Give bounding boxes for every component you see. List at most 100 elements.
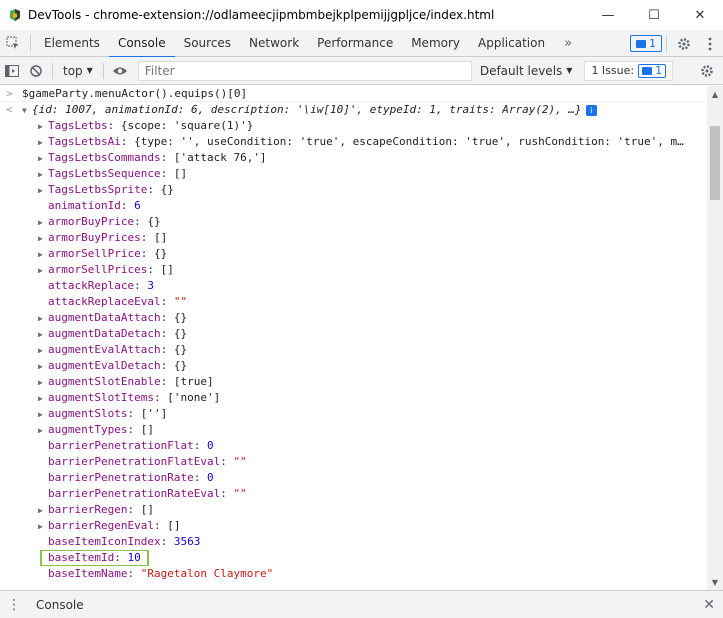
collapsed-arrow-icon[interactable]: ▶ xyxy=(38,343,48,358)
more-tabs-button[interactable]: » xyxy=(554,36,582,51)
clear-console-icon[interactable] xyxy=(24,59,48,83)
collapsed-arrow-icon[interactable]: ▶ xyxy=(38,359,48,374)
highlight-box xyxy=(40,550,149,566)
expanded-arrow-icon[interactable]: ▼ xyxy=(22,103,32,118)
console-output[interactable]: > $gameParty.menuActor().equips()[0] < ▼… xyxy=(0,86,707,590)
property-row[interactable]: ▶ TagsLetbs: {scope: 'square(1)'} xyxy=(0,118,707,134)
tab-application[interactable]: Application xyxy=(469,30,554,57)
tab-console[interactable]: Console xyxy=(108,30,175,58)
sidebar-toggle-icon[interactable] xyxy=(0,59,24,83)
property-row[interactable]: ▶ augmentSlotEnable: [true] xyxy=(0,374,707,390)
property-row: baseItemIconIndex: 3563 xyxy=(48,535,201,548)
collapsed-arrow-icon[interactable]: ▶ xyxy=(38,327,48,342)
dropdown-arrow-icon: ▼ xyxy=(566,66,573,75)
kebab-menu-icon[interactable] xyxy=(697,31,723,57)
property-row[interactable]: ▶ TagsLetbsAi: {type: '', useCondition: '… xyxy=(0,134,707,150)
maximize-button[interactable]: ☐ xyxy=(631,0,677,30)
property-row: barrierPenetrationRate: 0 xyxy=(48,471,214,484)
property-value: 3 xyxy=(147,279,154,292)
property-row: attackReplace: 3 xyxy=(48,279,154,292)
collapsed-arrow-icon[interactable]: ▶ xyxy=(38,135,48,150)
property-key: barrierPenetrationRate xyxy=(48,471,194,484)
collapsed-arrow-icon[interactable]: ▶ xyxy=(38,119,48,134)
scrollbar-thumb[interactable] xyxy=(710,126,720,200)
scroll-up-arrow-icon[interactable]: ▲ xyxy=(707,86,723,102)
property-row[interactable]: ▶ barrierRegenEval: [] xyxy=(0,518,707,534)
collapsed-arrow-icon[interactable]: ▶ xyxy=(38,423,48,438)
console-toolbar: top ▼ Filter Default levels ▼ 1 Issue: 1 xyxy=(0,57,723,85)
message-icon xyxy=(636,39,646,48)
devtools-tabbar: Elements Console Sources Network Perform… xyxy=(0,30,723,58)
info-icon[interactable]: i xyxy=(585,104,597,116)
collapsed-arrow-icon[interactable]: ▶ xyxy=(38,247,48,262)
property-row[interactable]: ▶ augmentTypes: [] xyxy=(0,422,707,438)
minimize-button[interactable]: — xyxy=(585,0,631,30)
tab-memory[interactable]: Memory xyxy=(402,30,469,57)
property-row[interactable]: ▶ augmentDataDetach: {} xyxy=(0,326,707,342)
drawer-bar: ⋮ Console ✕ xyxy=(0,590,723,618)
filter-input[interactable]: Filter xyxy=(137,60,472,81)
console-command-row: > $gameParty.menuActor().equips()[0] xyxy=(0,86,707,102)
property-value: [''] xyxy=(140,407,168,420)
collapsed-arrow-icon[interactable]: ▶ xyxy=(38,407,48,422)
collapsed-arrow-icon[interactable]: ▶ xyxy=(38,167,48,182)
prompt-chevron-icon: > xyxy=(6,87,13,100)
collapsed-arrow-icon[interactable]: ▶ xyxy=(38,375,48,390)
property-value: "" xyxy=(173,295,188,308)
property-value: "Ragetalon Claymore" xyxy=(140,567,274,580)
console-settings-gear-icon[interactable] xyxy=(695,59,719,83)
window-titlebar: DevTools - chrome-extension://odlameecji… xyxy=(0,0,723,30)
console-result-row[interactable]: < ▼ {id: 1007, animationId: 6, descriptio… xyxy=(0,102,707,118)
drawer-tab-console[interactable]: Console xyxy=(28,598,92,612)
property-row[interactable]: ▶ armorSellPrices: [] xyxy=(0,262,707,278)
property-value: ['none'] xyxy=(167,391,221,404)
gear-icon[interactable] xyxy=(671,31,697,57)
close-window-button[interactable]: ✕ xyxy=(677,0,723,30)
property-row[interactable]: ▶ armorSellPrice: {} xyxy=(0,246,707,262)
property-row[interactable]: ▶ TagsLetbsSequence: [] xyxy=(0,166,707,182)
tab-sources[interactable]: Sources xyxy=(175,30,240,57)
property-value: 0 xyxy=(206,471,214,484)
property-row[interactable]: ▶ barrierRegen: [] xyxy=(0,502,707,518)
collapsed-arrow-icon[interactable]: ▶ xyxy=(38,183,48,198)
property-row[interactable]: ▶ augmentDataAttach: {} xyxy=(0,310,707,326)
property-row[interactable]: ▶ armorBuyPrice: {} xyxy=(0,214,707,230)
log-levels-dropdown[interactable]: Default levels ▼ xyxy=(480,64,573,78)
collapsed-arrow-icon[interactable]: ▶ xyxy=(38,311,48,326)
close-drawer-icon[interactable]: ✕ xyxy=(703,597,715,613)
tab-performance[interactable]: Performance xyxy=(308,30,402,57)
collapsed-arrow-icon[interactable]: ▶ xyxy=(38,263,48,278)
tab-elements[interactable]: Elements xyxy=(35,30,109,57)
property-value: [] xyxy=(167,519,181,532)
issues-badge-button[interactable]: 1 xyxy=(630,35,662,52)
property-row[interactable]: ▶ augmentEvalDetach: {} xyxy=(0,358,707,374)
property-row[interactable]: ▶ TagsLetbsCommands: ['attack 76,'] xyxy=(0,150,707,166)
property-row[interactable]: ▶ armorBuyPrices: [] xyxy=(0,230,707,246)
collapsed-arrow-icon[interactable]: ▶ xyxy=(38,391,48,406)
property-value: {} xyxy=(173,343,188,356)
console-scrollbar[interactable]: ▲ ▼ xyxy=(707,86,723,590)
tab-network[interactable]: Network xyxy=(240,30,308,57)
collapsed-arrow-icon[interactable]: ▶ xyxy=(38,503,48,518)
collapsed-arrow-icon[interactable]: ▶ xyxy=(38,231,48,246)
property-row: attackReplaceEval: "" xyxy=(48,295,188,308)
property-key: TagsLetbsCommands xyxy=(48,151,161,164)
context-selector[interactable]: top ▼ xyxy=(57,64,99,78)
drawer-menu-icon[interactable]: ⋮ xyxy=(0,591,28,618)
collapsed-arrow-icon[interactable]: ▶ xyxy=(38,215,48,230)
collapsed-arrow-icon[interactable]: ▶ xyxy=(38,151,48,166)
property-key: barrierPenetrationFlatEval xyxy=(48,455,221,468)
eye-icon[interactable] xyxy=(108,59,132,83)
object-summary: {id: 1007, animationId: 6, description: … xyxy=(32,103,582,116)
property-key: armorBuyPrices xyxy=(48,231,141,244)
collapsed-arrow-icon[interactable]: ▶ xyxy=(38,519,48,534)
property-key: augmentDataAttach xyxy=(48,311,161,324)
inspect-element-icon[interactable] xyxy=(0,30,26,56)
issues-counter-button[interactable]: 1 Issue: 1 xyxy=(584,60,674,81)
property-row[interactable]: ▶ augmentSlotItems: ['none'] xyxy=(0,390,707,406)
property-value: "" xyxy=(233,455,247,468)
scroll-down-arrow-icon[interactable]: ▼ xyxy=(707,574,723,590)
property-row[interactable]: ▶ augmentEvalAttach: {} xyxy=(0,342,707,358)
property-row[interactable]: ▶ TagsLetbsSprite: {} xyxy=(0,182,707,198)
property-row[interactable]: ▶ augmentSlots: [''] xyxy=(0,406,707,422)
